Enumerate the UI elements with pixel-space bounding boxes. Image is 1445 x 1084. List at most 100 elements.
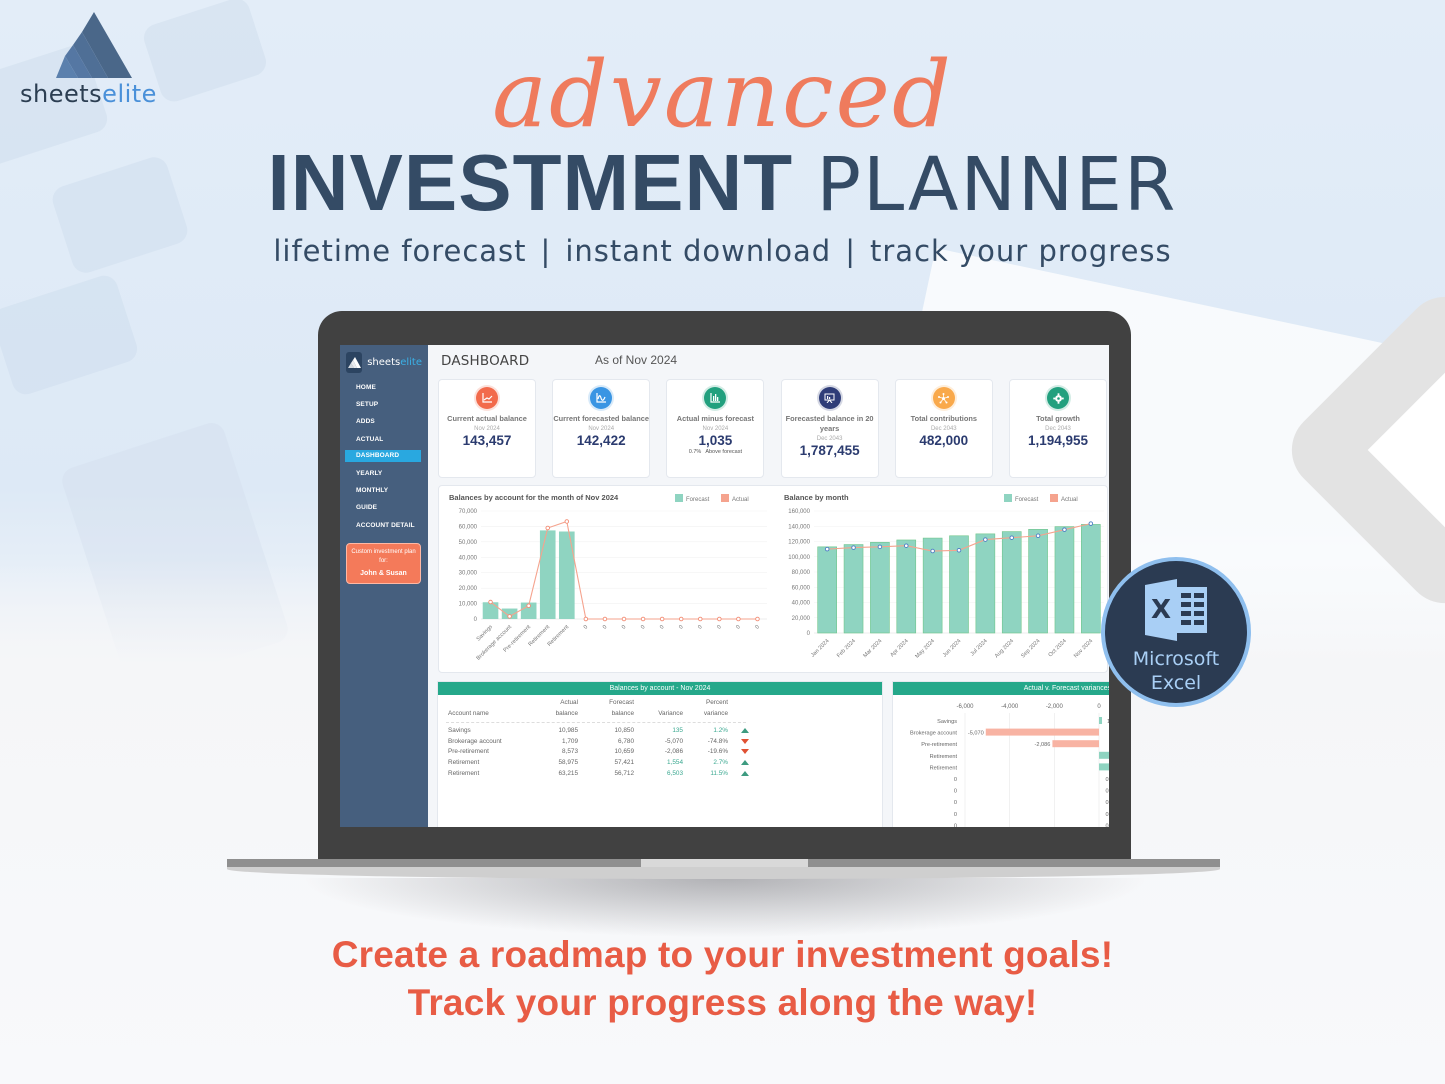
y-category-label: Savings — [937, 719, 957, 725]
x-tick-label: -6,000 — [956, 704, 974, 710]
y-tick-label: 0 — [474, 617, 478, 623]
legend-swatch-forecast — [1004, 494, 1012, 502]
y-tick-label: 140,000 — [788, 524, 810, 530]
point-actual — [956, 548, 962, 553]
cell-percent: 1.2% — [713, 727, 728, 734]
point-actual — [717, 616, 722, 622]
sidebar-item-monthly[interactable]: MONTHLY — [345, 482, 421, 499]
point-actual — [698, 616, 703, 622]
kpi-value: 1,035 — [698, 433, 733, 448]
x-tick-label: Jul 2024 — [970, 638, 989, 657]
y-tick-label: 120,000 — [788, 540, 810, 546]
sidebar-item-setup[interactable]: SETUP — [345, 396, 421, 413]
kpi-title: Current actual balance — [447, 414, 527, 423]
legend-swatch-actual — [721, 494, 729, 502]
y-tick-label: 60,000 — [792, 585, 811, 591]
kpi-card: Current forecasted balance Nov 2024 142,42… — [552, 379, 651, 478]
sidebar-item-yearly[interactable]: YEARLY — [345, 465, 421, 482]
sidebar-item-account-detail[interactable]: ACCOUNT DETAIL — [345, 517, 421, 534]
sidebar-item-home[interactable]: HOME — [345, 379, 421, 396]
y-category-label: 0 — [954, 777, 957, 783]
table-row: Pre-retirement 8,573 10,659 -2,086 -19.6% — [438, 746, 758, 757]
cta-line-2: Track your progress along the way! — [407, 982, 1038, 1023]
chart-title: Balances by account for the month of Nov… — [449, 493, 619, 502]
kpi-value: 482,000 — [919, 433, 969, 448]
point-actual — [851, 545, 856, 550]
bar-forecast — [539, 530, 556, 619]
x-tick-label: Mar 2024 — [862, 638, 883, 659]
point-actual — [983, 537, 988, 542]
table-row: Savings 10,985 10,850 135 1.2% — [438, 725, 758, 736]
bar-value-label: 0 — [1105, 823, 1108, 827]
point-actual — [1088, 521, 1094, 526]
sidebar-item-actual[interactable]: ACTUAL — [345, 431, 421, 448]
cell-account: Brokerage account — [448, 737, 502, 745]
point-actual — [602, 616, 608, 622]
kpi-note: 0.7% Above forecast — [688, 449, 742, 455]
bar-value-label: 1 — [1107, 719, 1109, 725]
x-tick-label: 0 — [716, 624, 722, 630]
dashboard-main: DASHBOARD As of Nov 2024 Current actual … — [428, 345, 1109, 827]
legend-label-forecast: Forecast — [1015, 497, 1039, 503]
legend-label-actual: Actual — [1061, 497, 1078, 503]
plan-owner-name: John & Susan — [360, 569, 407, 577]
y-tick-label: 80,000 — [792, 570, 811, 576]
y-tick-label: 10,000 — [459, 602, 478, 608]
bar-forecast — [843, 544, 864, 634]
feature-lifetime-forecast: lifetime forecast — [273, 234, 527, 268]
point-actual — [564, 519, 570, 524]
column-header: variance — [703, 710, 728, 717]
x-tick-label: Jan 2024 — [810, 638, 831, 659]
gear-icon — [1047, 387, 1069, 409]
as-of-date: As of Nov 2024 — [595, 353, 678, 367]
x-tick-label: Nov 2024 — [1073, 638, 1094, 659]
variance-panel: Actual v. Forecast variances b -6,000 -4,… — [892, 681, 1109, 827]
x-tick-label: 0 — [640, 624, 646, 630]
cell-actual: 8,573 — [562, 748, 578, 756]
bar-value-label: 0 — [1105, 789, 1108, 795]
column-header: Variance — [658, 710, 683, 717]
bar-forecast — [1054, 526, 1075, 634]
kpi-card: Total contributions Dec 2043 482,000 — [894, 379, 993, 478]
y-tick-label: 0 — [807, 631, 811, 637]
y-category-label: Retirement — [930, 765, 958, 771]
laptop-shadow — [300, 878, 1150, 938]
point-actual — [640, 616, 646, 622]
cell-variance: -5,070 — [664, 737, 683, 745]
kpi-date: Dec 2043 — [1045, 426, 1071, 432]
cell-forecast: 57,421 — [614, 759, 634, 767]
bar-positive — [1099, 763, 1109, 771]
arrow-down-icon — [741, 738, 749, 744]
cell-variance: 1,554 — [667, 759, 683, 767]
cell-actual: 1,709 — [562, 737, 578, 745]
bar-positive — [1099, 751, 1109, 759]
bar-chart-icon — [704, 387, 727, 409]
bar-value-label: 0 — [1105, 777, 1108, 783]
point-actual — [736, 616, 741, 622]
point-actual — [507, 614, 512, 619]
x-tick-label: -4,000 — [1001, 704, 1019, 710]
point-actual — [930, 548, 935, 554]
point-actual — [904, 543, 909, 548]
x-tick-label: May 2024 — [914, 638, 936, 660]
kpi-date: Dec 2043 — [930, 426, 957, 432]
sidebar-item-guide[interactable]: GUIDE — [345, 499, 421, 516]
x-tick-label: -2,000 — [1046, 704, 1064, 710]
x-tick-label: Savings — [476, 624, 494, 642]
cell-actual: 58,975 — [558, 759, 578, 767]
column-header: Account name — [448, 710, 489, 717]
page-title: DASHBOARD — [441, 353, 530, 369]
kpi-value: 143,457 — [462, 433, 512, 448]
kpi-value: 1,787,455 — [799, 443, 860, 458]
y-tick-label: 40,000 — [792, 601, 811, 607]
kpi-date: Nov 2024 — [588, 426, 615, 432]
bar-value-label: 0 — [1105, 812, 1108, 818]
sidebar-logo: sheetselite — [340, 345, 428, 379]
bar-forecast — [870, 541, 890, 634]
x-tick-label: 0 — [659, 624, 665, 630]
sidebar-item-adds[interactable]: ADDS — [345, 413, 421, 430]
sidebar-item-dashboard[interactable]: DASHBOARD — [345, 450, 421, 463]
kpi-date: Dec 2043 — [816, 436, 843, 442]
accounts-chart: Balances by account for the month of Nov… — [449, 493, 767, 662]
cell-forecast: 10,659 — [614, 748, 634, 756]
